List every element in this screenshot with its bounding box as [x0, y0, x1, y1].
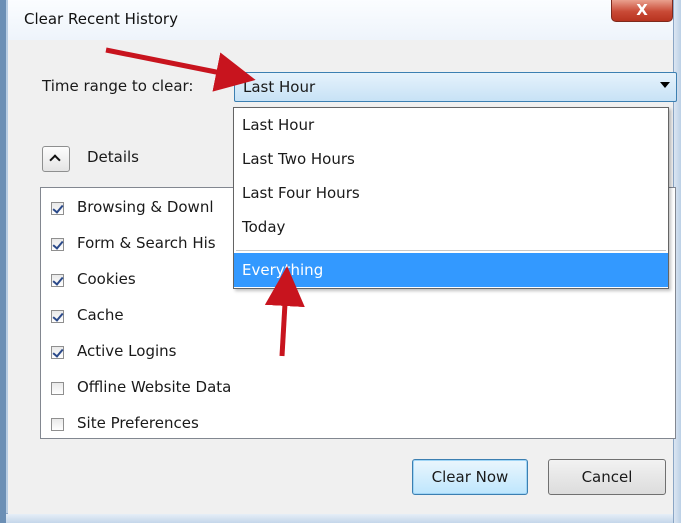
annotation-arrow-to-everything: [264, 266, 305, 357]
annotation-arrow-to-select: [105, 47, 256, 92]
annotation-arrows: [105, 47, 305, 357]
dialog-window: Clear Recent History X Time range to cle…: [0, 0, 681, 523]
